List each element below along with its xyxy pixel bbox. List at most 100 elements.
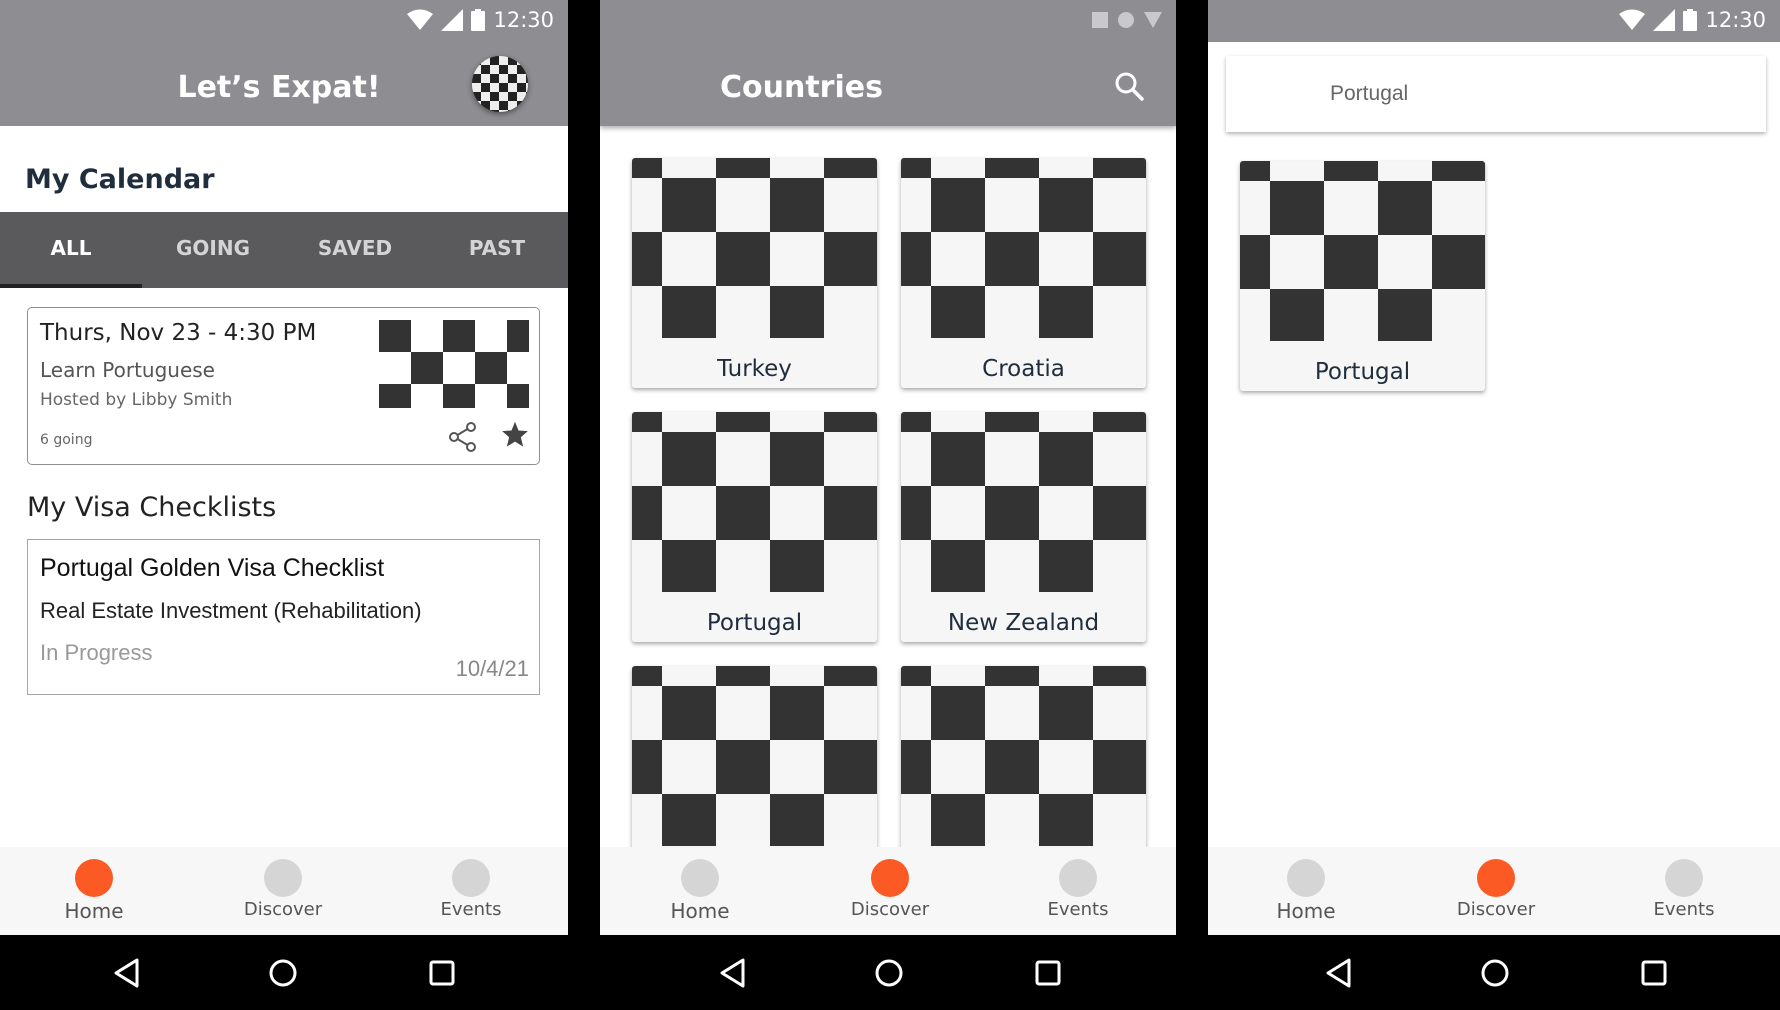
nav-discover-label: Discover — [1456, 899, 1536, 920]
status-bar: 12:30 — [1208, 0, 1780, 42]
nav-home[interactable]: Home — [34, 859, 154, 923]
events-nav-icon — [452, 859, 490, 897]
phone-countries-screen: Countries Turkey Croatia Portugal New Ze… — [600, 0, 1176, 1010]
page-title: Countries — [720, 70, 883, 105]
home-screen: Let’s Expat! My Calendar ALL GOING SAVED… — [0, 42, 568, 935]
notification-square-icon — [1092, 12, 1108, 28]
search-result-tile[interactable]: Portugal — [1240, 161, 1485, 391]
signal-icon — [1653, 9, 1676, 31]
country-image — [632, 412, 877, 592]
nav-events-label: Events — [1653, 899, 1715, 920]
country-tile[interactable]: Turkey — [632, 158, 877, 388]
system-nav-bar — [0, 935, 568, 1010]
country-image — [901, 412, 1146, 592]
nav-discover-label: Discover — [850, 899, 930, 920]
recents-icon[interactable] — [1640, 957, 1668, 989]
nav-home-label: Home — [64, 899, 124, 923]
event-image — [379, 320, 529, 408]
discover-nav-icon — [871, 859, 909, 897]
nav-discover[interactable]: Discover — [830, 859, 950, 920]
country-image — [632, 158, 877, 338]
country-tile[interactable]: New Zealand — [901, 412, 1146, 642]
signal-icon — [441, 9, 464, 31]
back-icon[interactable] — [718, 957, 746, 989]
country-image — [1240, 161, 1485, 341]
bottom-nav: Home Discover Events — [1208, 847, 1780, 935]
app-bar: Countries — [600, 42, 1176, 126]
system-nav-bar — [600, 935, 1176, 1010]
status-time: 12:30 — [1705, 8, 1766, 32]
battery-icon — [471, 9, 486, 31]
event-going-count: 6 going — [40, 432, 93, 448]
country-name: Portugal — [706, 610, 803, 636]
system-nav-bar — [1208, 935, 1780, 1010]
country-name: New Zealand — [947, 610, 1100, 636]
calendar-tabs: ALL GOING SAVED PAST — [0, 212, 568, 288]
nav-events[interactable]: Events — [1624, 859, 1744, 920]
nav-events[interactable]: Events — [411, 859, 531, 920]
visa-checklist-card[interactable]: Portugal Golden Visa Checklist Real Esta… — [27, 539, 540, 695]
country-image — [901, 666, 1146, 846]
country-tile[interactable]: Portugal — [632, 412, 877, 642]
wifi-icon — [1619, 9, 1646, 30]
home-nav-icon — [1287, 859, 1325, 897]
recents-icon[interactable] — [428, 957, 456, 989]
app-bar: Let’s Expat! — [0, 42, 568, 126]
visa-checklist-title: Portugal Golden Visa Checklist — [40, 554, 385, 582]
home-nav-icon — [681, 859, 719, 897]
country-image — [901, 158, 1146, 338]
country-image — [632, 666, 877, 846]
phone-home-screen: 12:30 Let’s Expat! My Calendar ALL GOING… — [0, 0, 568, 1010]
nav-home-label: Home — [670, 899, 730, 923]
home-nav-icon — [75, 859, 113, 897]
notification-triangle-icon — [1144, 12, 1162, 28]
event-title: Learn Portuguese — [40, 358, 215, 382]
share-icon[interactable] — [449, 422, 477, 452]
search-screen: Portugal Home Discover Events — [1208, 42, 1780, 935]
tab-past[interactable]: PAST — [426, 212, 568, 288]
bottom-nav: Home Discover Events — [0, 847, 568, 935]
nav-discover[interactable]: Discover — [1436, 859, 1556, 920]
status-time: 12:30 — [493, 8, 554, 32]
avatar[interactable] — [472, 56, 528, 112]
event-card[interactable]: Thurs, Nov 23 - 4:30 PM Learn Portuguese… — [27, 307, 540, 465]
home-circle-icon[interactable] — [268, 957, 298, 989]
search-icon[interactable] — [1114, 71, 1144, 101]
home-circle-icon[interactable] — [874, 957, 904, 989]
nav-discover[interactable]: Discover — [223, 859, 343, 920]
tab-all[interactable]: ALL — [0, 212, 142, 288]
nav-discover-label: Discover — [243, 899, 323, 920]
tab-going[interactable]: GOING — [142, 212, 284, 288]
nav-home-label: Home — [1276, 899, 1336, 923]
visa-checklists-title: My Visa Checklists — [27, 492, 277, 523]
bottom-nav: Home Discover Events — [600, 847, 1176, 935]
country-name: Croatia — [982, 356, 1065, 382]
country-name: Portugal — [1314, 359, 1411, 385]
discover-nav-icon — [1477, 859, 1515, 897]
visa-checklist-status: In Progress — [40, 640, 153, 665]
country-name: Turkey — [717, 356, 792, 382]
recents-icon[interactable] — [1034, 957, 1062, 989]
phone-search-screen: 12:30 Portugal Home Discover Events — [1208, 0, 1780, 1010]
events-nav-icon — [1059, 859, 1097, 897]
country-tile[interactable]: Croatia — [901, 158, 1146, 388]
event-date: Thurs, Nov 23 - 4:30 PM — [40, 320, 317, 346]
search-bar — [1226, 56, 1766, 132]
tab-saved[interactable]: SAVED — [284, 212, 426, 288]
wifi-icon — [407, 9, 434, 30]
event-host: Hosted by Libby Smith — [40, 390, 233, 410]
star-icon[interactable] — [501, 420, 529, 448]
nav-home[interactable]: Home — [640, 859, 760, 923]
home-circle-icon[interactable] — [1480, 957, 1510, 989]
battery-icon — [1683, 9, 1698, 31]
countries-screen: Countries Turkey Croatia Portugal New Ze… — [600, 42, 1176, 935]
events-nav-icon — [1665, 859, 1703, 897]
notification-circle-icon — [1118, 12, 1134, 28]
back-icon[interactable] — [1324, 957, 1352, 989]
back-icon[interactable] — [112, 957, 140, 989]
nav-events-label: Events — [440, 899, 502, 920]
search-input[interactable] — [1226, 56, 1766, 132]
nav-events-label: Events — [1047, 899, 1109, 920]
nav-events[interactable]: Events — [1018, 859, 1138, 920]
nav-home[interactable]: Home — [1246, 859, 1366, 923]
